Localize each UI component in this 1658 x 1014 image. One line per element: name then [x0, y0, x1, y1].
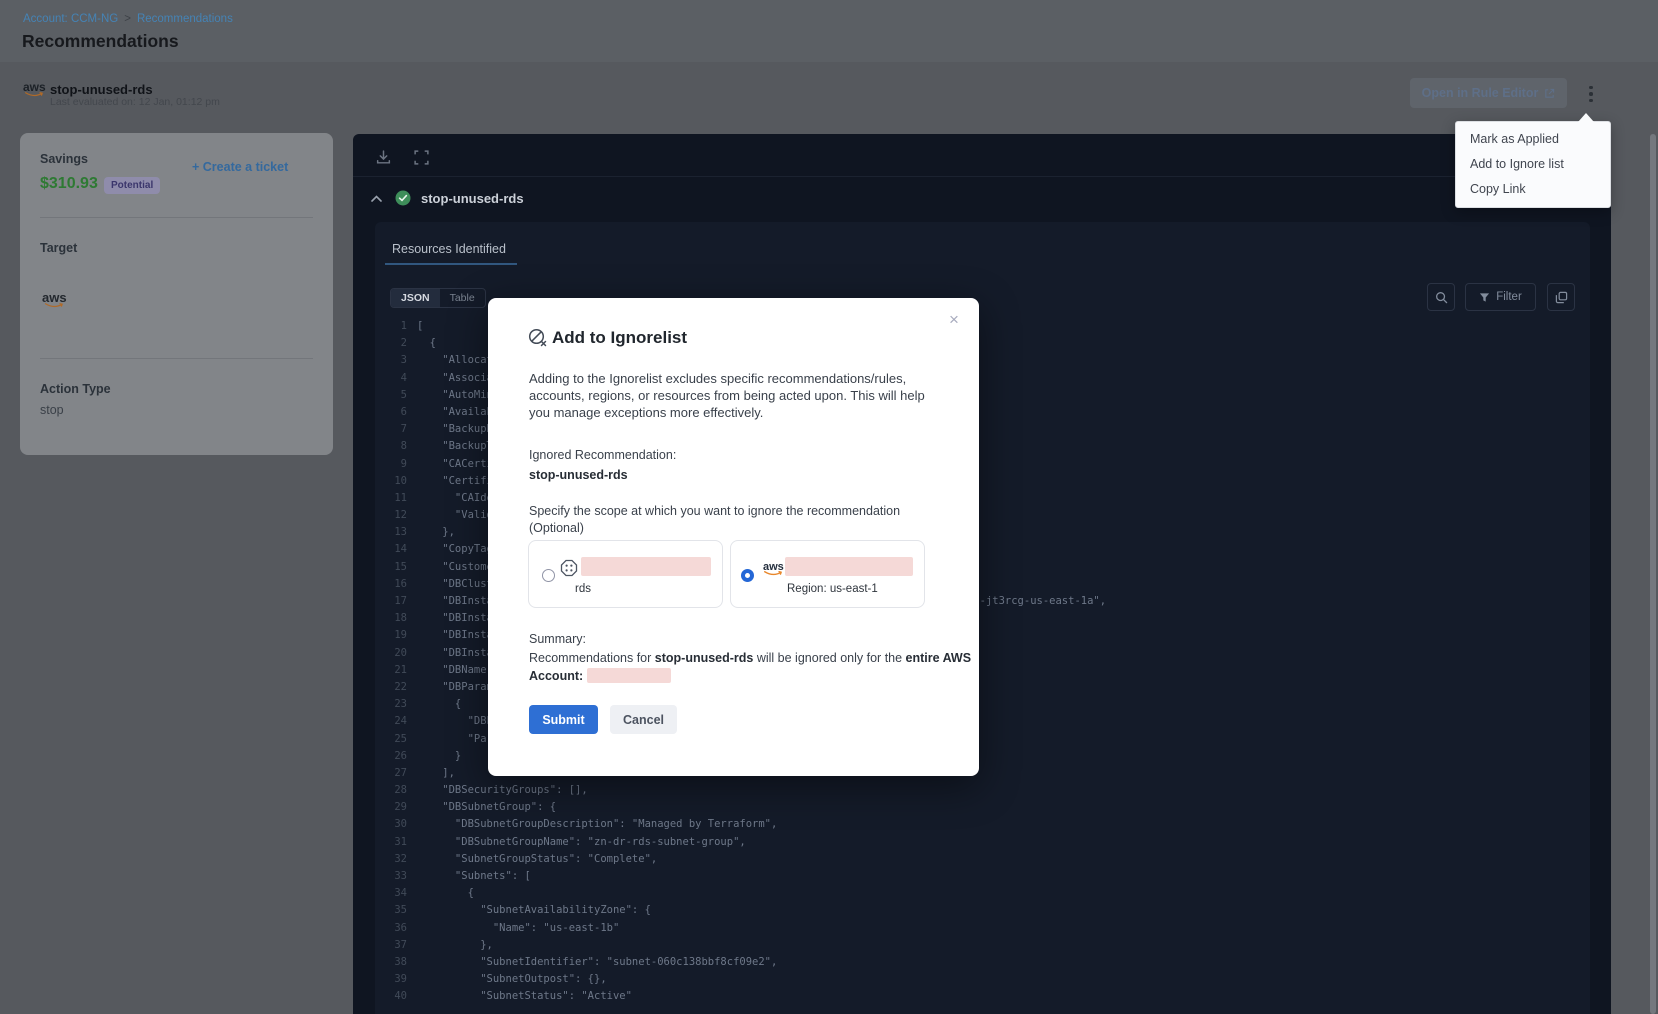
search-icon	[1435, 291, 1448, 304]
aws-swoosh-icon	[42, 302, 67, 309]
menu-item-copy-link[interactable]: Copy Link	[1456, 177, 1610, 202]
recommendation-name: stop-unused-rds	[50, 82, 153, 97]
potential-badge: Potential	[104, 177, 160, 194]
code-line: 30 "DBSubnetGroupDescription": "Managed …	[375, 816, 1590, 833]
divider	[40, 358, 313, 359]
resource-option-label: rds	[575, 583, 591, 595]
page-scrollbar[interactable]	[1650, 134, 1656, 1014]
active-tab-underline	[385, 263, 517, 265]
redacted-summary-account	[587, 668, 671, 683]
target-aws-logo: aws	[42, 289, 67, 307]
breadcrumb-separator: >	[124, 13, 131, 25]
summary-recommendation-name: stop-unused-rds	[655, 651, 754, 665]
code-line: 34 {	[375, 885, 1590, 902]
code-line: 28 "DBSecurityGroups": [],	[375, 782, 1590, 799]
scope-option-resource[interactable]: rds	[528, 540, 723, 608]
view-toggle-json[interactable]: JSON	[391, 289, 440, 307]
summary-pre: Recommendations for	[529, 651, 655, 665]
copy-icon	[1555, 291, 1568, 304]
panel-recommendation-title: stop-unused-rds	[421, 191, 524, 206]
breadcrumb-account-link[interactable]: Account: CCM-NG	[23, 13, 118, 25]
modal-close-icon[interactable]: ×	[944, 310, 964, 330]
summary-label: Summary:	[529, 632, 586, 646]
summary-mid: will be ignored only for the	[753, 651, 905, 665]
code-line: 29 "DBSubnetGroup": {	[375, 799, 1590, 816]
collapse-chevron-icon[interactable]	[370, 194, 383, 203]
ignored-recommendation-value: stop-unused-rds	[529, 468, 628, 482]
divider	[40, 217, 313, 218]
savings-value: $310.93	[40, 175, 98, 193]
divider	[353, 176, 1611, 177]
view-toggle: JSON Table	[390, 288, 486, 308]
filter-funnel-icon	[1479, 292, 1490, 303]
fullscreen-icon[interactable]	[413, 149, 430, 166]
success-check-icon	[395, 190, 411, 206]
breadcrumb: Account: CCM-NG > Recommendations	[23, 13, 233, 25]
menu-item-mark-as-applied[interactable]: Mark as Applied	[1456, 127, 1610, 152]
action-type-label: Action Type	[40, 382, 111, 396]
cancel-button[interactable]: Cancel	[610, 705, 677, 734]
open-in-rule-editor-label: Open in Rule Editor	[1422, 86, 1539, 100]
download-icon[interactable]	[375, 149, 392, 166]
code-line: 32 "SubnetGroupStatus": "Complete",	[375, 851, 1590, 868]
code-line: 33 "Subnets": [	[375, 868, 1590, 885]
summary-text: Recommendations for stop-unused-rds will…	[529, 650, 977, 685]
more-options-kebab-button[interactable]	[1583, 80, 1599, 108]
page-title: Recommendations	[22, 31, 179, 52]
add-to-ignorelist-modal: × Add to Ignorelist Adding to the Ignore…	[488, 298, 979, 776]
radio-account-selected[interactable]	[741, 569, 754, 582]
code-line: 38 "SubnetIdentifier": "subnet-060c138bb…	[375, 954, 1590, 971]
resource-service-icon	[560, 559, 578, 577]
modal-description: Adding to the Ignorelist excludes specif…	[529, 370, 945, 421]
code-line: 37 },	[375, 937, 1590, 954]
filter-label: Filter	[1496, 291, 1522, 303]
copy-button[interactable]	[1547, 283, 1575, 311]
open-in-rule-editor-button[interactable]: Open in Rule Editor	[1410, 78, 1567, 108]
radio-resource-unselected[interactable]	[542, 569, 555, 582]
aws-swoosh-icon	[23, 91, 46, 98]
code-line: 31 "DBSubnetGroupName": "zn-dr-rds-subne…	[375, 834, 1590, 851]
code-line: 39 "SubnetOutpost": {},	[375, 971, 1590, 988]
target-label: Target	[40, 241, 77, 255]
code-line: 36 "Name": "us-east-1b"	[375, 920, 1590, 937]
view-toggle-table[interactable]: Table	[440, 289, 485, 307]
aws-swoosh-icon	[763, 570, 784, 577]
search-button[interactable]	[1427, 283, 1455, 311]
redacted-resource-id	[581, 557, 711, 576]
modal-title: Add to Ignorelist	[552, 328, 687, 348]
ignore-icon	[528, 328, 547, 348]
action-type-value: stop	[40, 403, 64, 417]
recommendation-details-card: Savings + Create a ticket $310.93 Potent…	[20, 133, 333, 455]
breadcrumb-page-link[interactable]: Recommendations	[137, 13, 233, 25]
scope-label: Specify the scope at which you want to i…	[529, 503, 955, 537]
menu-caret	[1578, 113, 1594, 122]
menu-item-add-to-ignore-list[interactable]: Add to Ignore list	[1456, 152, 1610, 177]
code-line: 35 "SubnetAvailabilityZone": {	[375, 902, 1590, 919]
account-option-label: Region: us-east-1	[787, 583, 878, 595]
create-ticket-link[interactable]: + Create a ticket	[192, 160, 288, 174]
tab-resources-identified[interactable]: Resources Identified	[392, 242, 506, 256]
filter-button[interactable]: Filter	[1465, 283, 1536, 311]
external-link-icon	[1544, 88, 1555, 99]
redacted-account-id	[785, 557, 913, 576]
recommendation-last-evaluated: Last evaluated on: 12 Jan, 01:12 pm	[50, 96, 220, 108]
savings-label: Savings	[40, 152, 88, 166]
aws-logo: aws	[23, 80, 46, 94]
submit-button[interactable]: Submit	[529, 705, 598, 734]
scope-option-account[interactable]: aws Region: us-east-1	[730, 540, 925, 608]
code-line: 40 "SubnetStatus": "Active"	[375, 988, 1590, 1005]
kebab-dropdown-menu: Mark as Applied Add to Ignore list Copy …	[1455, 121, 1611, 208]
aws-account-logo: aws	[763, 557, 784, 575]
ignored-recommendation-label: Ignored Recommendation:	[529, 448, 676, 462]
top-header: Account: CCM-NG > Recommendations Recommen…	[0, 0, 1658, 62]
